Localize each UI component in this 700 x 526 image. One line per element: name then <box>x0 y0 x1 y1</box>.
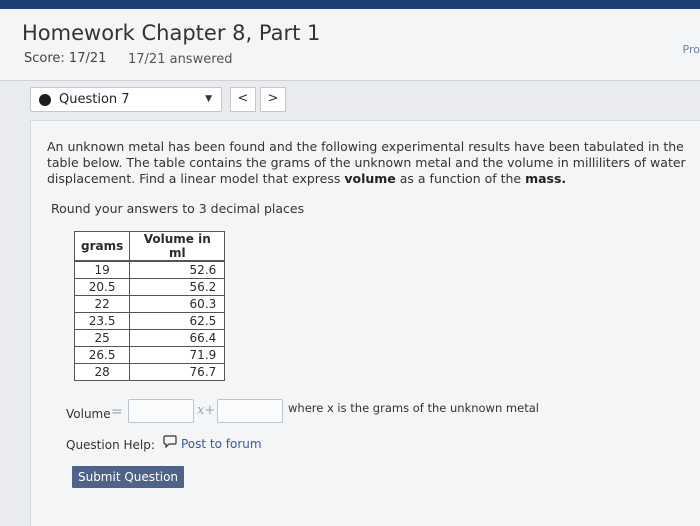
grams-cell: 22 <box>73 295 131 313</box>
variable-description: where x is the grams of the unknown meta… <box>288 401 539 415</box>
table-row: 25 66.4 <box>73 329 226 347</box>
prompt-bold-volume: volume <box>344 171 396 186</box>
volume-cell: 62.5 <box>129 312 226 330</box>
volume-cell: 71.9 <box>129 346 226 364</box>
table-row: 26.5 71.9 <box>73 346 226 364</box>
next-question-button[interactable]: > <box>260 87 286 112</box>
speech-bubble-icon[interactable] <box>163 435 177 451</box>
column-header: Volume in ml <box>129 231 226 262</box>
chevron-down-icon: ▼ <box>205 94 212 104</box>
submit-question-button[interactable]: Submit Question <box>72 466 184 488</box>
prompt-text-2: as a function of the <box>395 171 526 186</box>
rounding-note: Round your answers to 3 decimal places <box>51 201 305 216</box>
table-row: 20.5 56.2 <box>73 278 226 296</box>
score-text: Score: 17/21 <box>24 51 107 66</box>
question-help-label: Question Help: <box>66 438 155 452</box>
status-dot-icon <box>39 94 51 106</box>
post-to-forum-link[interactable]: Post to forum <box>181 437 262 451</box>
prompt-bold-mass: mass. <box>525 171 567 186</box>
volume-cell: 56.2 <box>129 278 226 296</box>
volume-cell: 60.3 <box>129 295 226 313</box>
volume-cell: 76.7 <box>129 363 226 381</box>
grams-cell: 25 <box>73 329 131 347</box>
volume-cell: 52.6 <box>129 260 226 279</box>
table-row: 22 60.3 <box>73 295 226 313</box>
progress-link-cut[interactable]: Pro <box>683 43 700 56</box>
table-row: 19 52.6 <box>73 260 226 279</box>
table-row: 23.5 62.5 <box>73 312 226 330</box>
answered-count: 17/21 answered <box>128 52 233 67</box>
table-row: 28 76.7 <box>73 363 226 381</box>
column-header: grams <box>73 231 131 262</box>
question-prompt: An unknown metal has been found and the … <box>47 139 687 187</box>
volume-label: Volume <box>66 407 111 421</box>
slope-input[interactable] <box>128 399 194 423</box>
assignment-header: Homework Chapter 8, Part 1 Score: 17/21 … <box>0 9 700 81</box>
volume-cell: 66.4 <box>129 329 226 347</box>
x-plus-text: x+ <box>197 403 216 418</box>
grams-cell: 26.5 <box>73 346 131 364</box>
intercept-input[interactable] <box>217 399 283 423</box>
grams-cell: 23.5 <box>73 312 131 330</box>
grams-cell: 20.5 <box>73 278 131 296</box>
previous-question-button[interactable]: < <box>230 87 256 112</box>
page-title: Homework Chapter 8, Part 1 <box>22 21 321 45</box>
data-table: grams Volume in ml 19 52.6 20.5 56.2 22 60.… <box>73 231 226 381</box>
question-select[interactable]: Question 7 ▼ <box>30 87 222 112</box>
grams-cell: 19 <box>73 260 131 279</box>
table-header-row: grams Volume in ml <box>73 231 226 262</box>
grams-cell: 28 <box>73 363 131 381</box>
question-select-label: Question 7 <box>59 92 130 107</box>
top-bar <box>0 0 700 9</box>
equals-sign: = <box>111 404 123 420</box>
